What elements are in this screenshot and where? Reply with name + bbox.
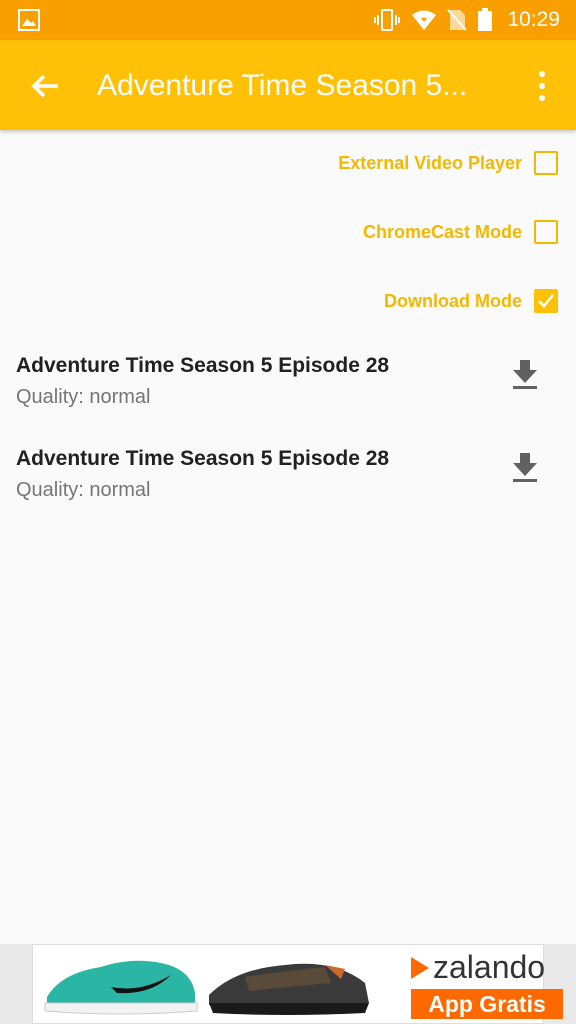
download-icon[interactable] — [510, 451, 540, 485]
wifi-icon — [412, 10, 437, 30]
no-sim-icon — [447, 9, 468, 31]
status-bar: 10:29 — [0, 0, 576, 40]
list-item[interactable]: Adventure Time Season 5 Episode 28 Quali… — [0, 447, 576, 527]
checkmark-icon — [538, 294, 554, 308]
option-label: External Video Player — [338, 152, 522, 173]
play-icon — [411, 956, 429, 979]
episode-quality: Quality: normal — [16, 386, 151, 408]
download-mode-checkbox[interactable] — [534, 289, 558, 313]
app-bar: Adventure Time Season 5... — [0, 40, 576, 130]
external-video-player-checkbox[interactable] — [534, 151, 558, 175]
download-icon[interactable] — [510, 358, 540, 392]
clock: 10:29 — [507, 8, 560, 31]
overflow-menu-icon[interactable] — [532, 68, 552, 104]
list-item[interactable]: Adventure Time Season 5 Episode 28 Quali… — [0, 354, 576, 434]
gallery-icon — [18, 9, 40, 31]
brown-shoe-image — [209, 963, 369, 1015]
episode-quality: Quality: normal — [16, 479, 151, 501]
app-gratis-button[interactable]: App Gratis — [411, 989, 563, 1019]
page-title: Adventure Time Season 5... — [97, 69, 468, 102]
teal-sneaker-image — [44, 960, 198, 1015]
brand-name: zalando — [433, 949, 546, 985]
external-video-player-option[interactable]: External Video Player — [338, 143, 558, 183]
vibrate-icon — [374, 9, 401, 31]
back-arrow-icon[interactable] — [30, 70, 62, 102]
option-label: Download Mode — [384, 290, 522, 311]
battery-icon — [478, 8, 493, 31]
option-label: ChromeCast Mode — [362, 221, 522, 242]
chromecast-mode-checkbox[interactable] — [534, 220, 558, 244]
ad-banner[interactable]: zalando App Gratis — [32, 944, 563, 1024]
chromecast-mode-option[interactable]: ChromeCast Mode — [363, 212, 558, 252]
download-mode-option[interactable]: Download Mode — [384, 281, 558, 321]
ad-banner-area: zalando App Gratis — [0, 944, 576, 1024]
episode-title: Adventure Time Season 5 Episode 28 — [16, 354, 390, 377]
episode-title: Adventure Time Season 5 Episode 28 — [16, 447, 390, 470]
zalando-logo: zalando — [411, 949, 545, 986]
